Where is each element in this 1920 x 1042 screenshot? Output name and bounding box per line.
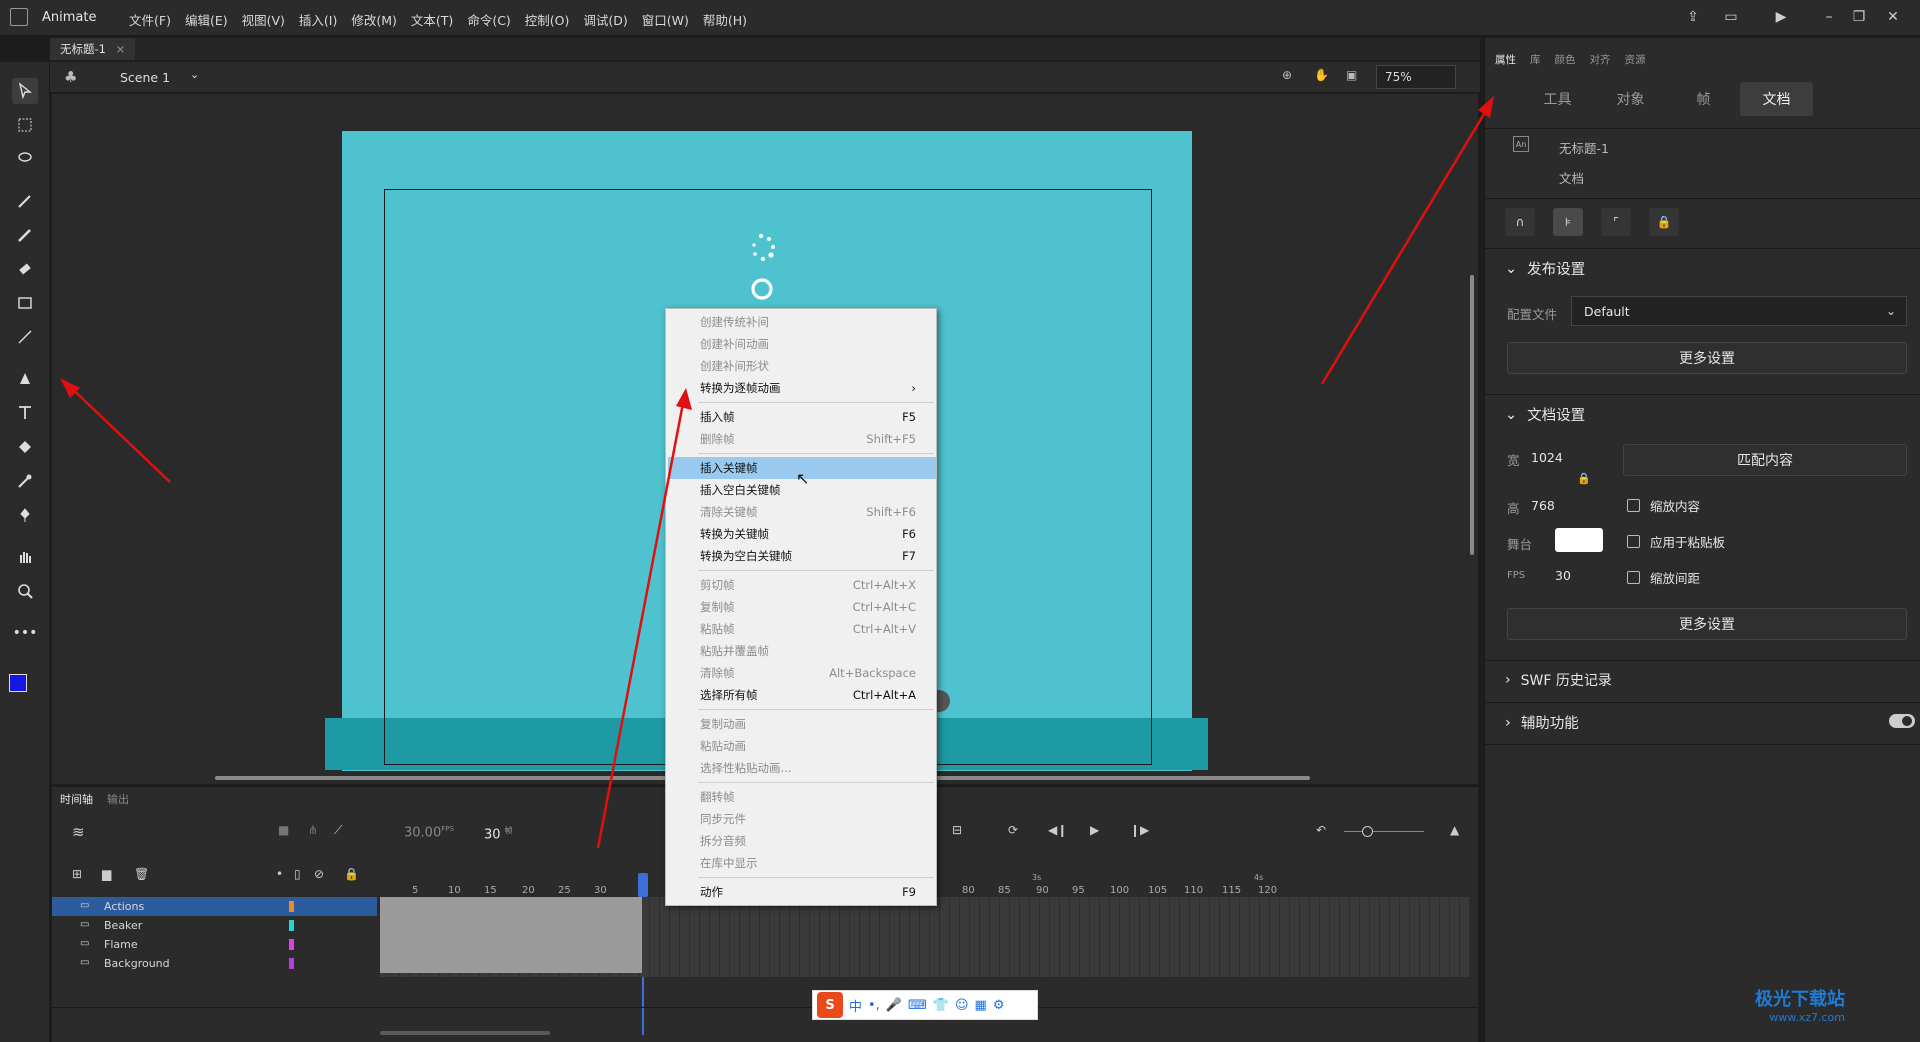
keyboard-icon[interactable]: ⌨	[908, 998, 927, 1013]
punctuation-icon[interactable]: •,	[868, 998, 880, 1013]
apps-icon[interactable]: ▦	[975, 998, 987, 1013]
emoji-icon[interactable]: ☺	[955, 998, 969, 1013]
annotation-arrows	[60, 96, 1494, 849]
ime-mode-label[interactable]: 中	[849, 996, 862, 1015]
watermark: 极光下载站 www.xz7.com	[1755, 985, 1845, 1024]
skin-icon[interactable]: 👕	[933, 998, 949, 1013]
microphone-icon[interactable]: 🎤	[886, 998, 902, 1013]
watermark-text: 极光下载站	[1755, 989, 1845, 1010]
settings-icon[interactable]: ⚙	[993, 998, 1005, 1013]
ime-toolbar: S 中 •, 🎤 ⌨ 👕 ☺ ▦ ⚙	[812, 990, 1038, 1020]
watermark-url: www.xz7.com	[1769, 1011, 1845, 1024]
sogou-logo-icon: S	[817, 992, 843, 1018]
